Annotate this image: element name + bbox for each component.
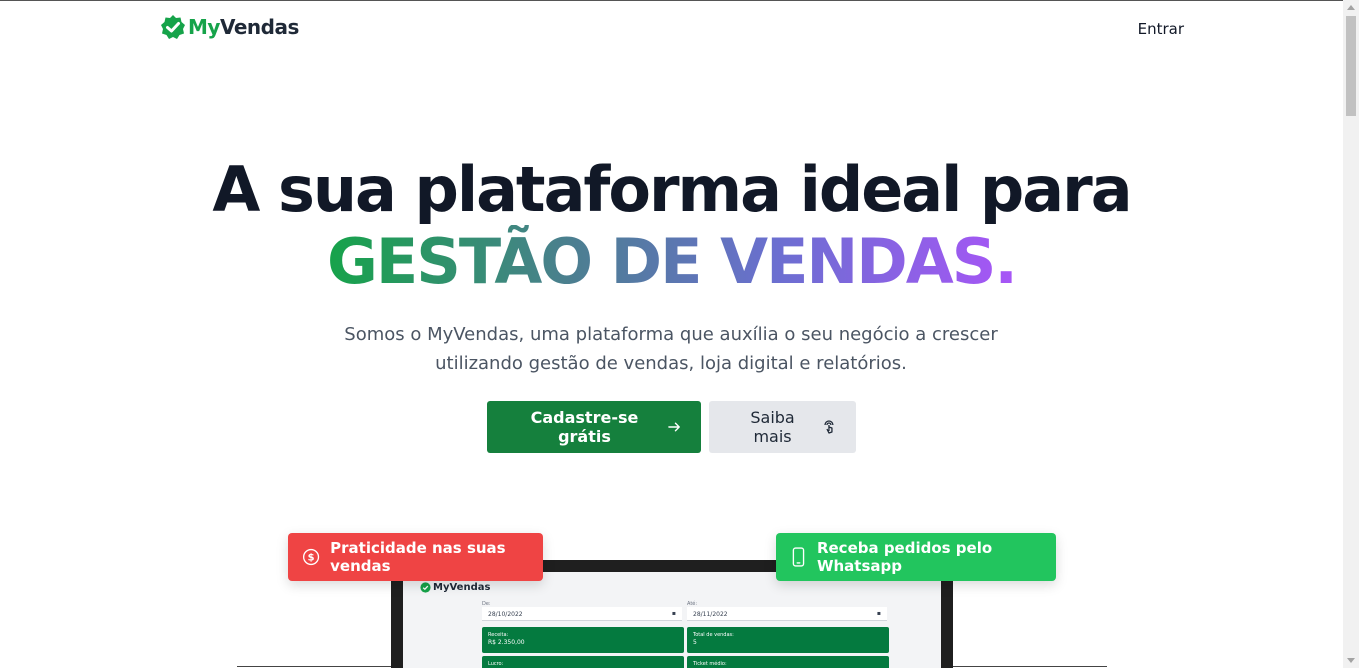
svg-text:$: $ (308, 553, 315, 564)
hero-title: A sua plataforma ideal para (212, 153, 1132, 226)
hero-title-highlight: GESTÃO DE VENDAS. (327, 225, 1018, 298)
brand-logo[interactable]: MyVendas (160, 14, 299, 40)
cta-group: Cadastre-se grátis Saiba mais (0, 401, 1343, 453)
brand-name: MyVendas (188, 15, 299, 39)
mockup-card-profit: Lucro: (482, 656, 684, 668)
verified-check-icon (420, 582, 431, 593)
dashboard-preview: MyVendas De: Até: 28/10/2022 ▪ 28/11/2022… (403, 572, 941, 668)
page-scrollbar[interactable] (1343, 0, 1359, 668)
dollar-circle-icon: $ (302, 548, 320, 566)
mockup-logo: MyVendas (420, 582, 490, 593)
learn-more-button[interactable]: Saiba mais (709, 401, 856, 453)
mockup-card-sales: Total de vendas: 5 (687, 627, 889, 653)
hero-subtitle: Somos o MyVendas, uma plataforma que aux… (344, 324, 998, 374)
scroll-up-icon[interactable] (1347, 5, 1355, 10)
mockup-from-date: 28/10/2022 ▪ (482, 607, 682, 621)
feature-badge-sales: $ Praticidade nas suas vendas (288, 533, 543, 581)
calendar-icon: ▪ (671, 610, 676, 617)
scroll-down-icon[interactable] (1347, 658, 1355, 663)
smartphone-icon (792, 547, 805, 567)
scroll-thumb[interactable] (1346, 16, 1356, 116)
site-header: MyVendas Entrar (160, 14, 1184, 46)
login-link[interactable]: Entrar (1138, 20, 1184, 38)
calendar-icon: ▪ (876, 610, 881, 617)
mockup-to-date: 28/11/2022 ▪ (687, 607, 887, 621)
verified-check-icon (161, 15, 185, 39)
mockup-card-ticket: Ticket médio: (687, 656, 889, 668)
signup-button[interactable]: Cadastre-se grátis (487, 401, 701, 453)
pointer-click-icon (824, 420, 834, 434)
feature-badge-whatsapp: Receba pedidos pelo Whatsapp (776, 533, 1056, 581)
mockup-card-revenue: Receita: R$ 2.350,00 (482, 627, 684, 653)
top-border (0, 0, 1359, 1)
arrow-right-icon (668, 422, 680, 432)
